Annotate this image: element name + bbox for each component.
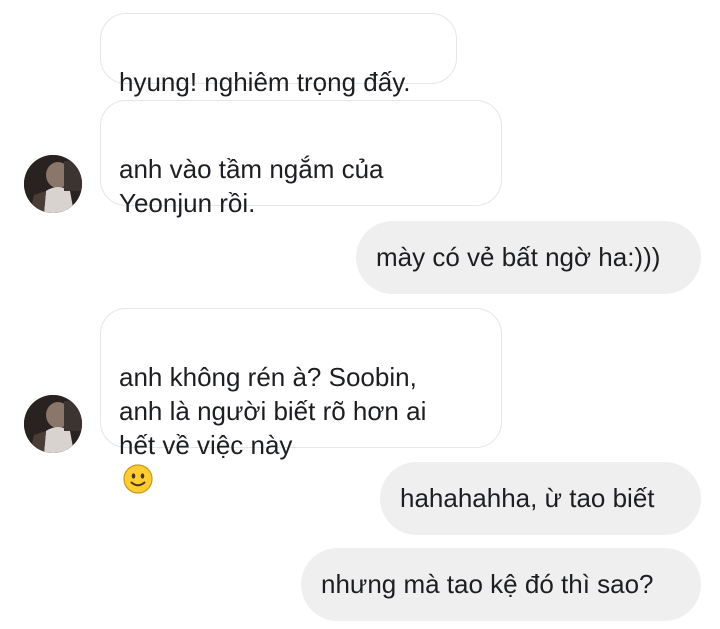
person-photo-icon xyxy=(24,155,82,213)
incoming-message[interactable]: hyung! nghiêm trọng đấy. xyxy=(100,13,457,97)
avatar[interactable] xyxy=(24,155,82,213)
message-text: hahahahha, ừ tao biết xyxy=(400,483,655,513)
message-text: anh vào tầm ngắm của Yeonjun rồi. xyxy=(119,154,384,218)
slightly-smiling-face-icon xyxy=(123,464,153,494)
message-text: nhưng mà tao kệ đó thì sao? xyxy=(321,569,654,599)
person-photo-icon xyxy=(24,395,82,453)
outgoing-message[interactable]: nhưng mà tao kệ đó thì sao? xyxy=(301,548,701,621)
incoming-message[interactable]: anh vào tầm ngắm của Yeonjun rồi. xyxy=(100,100,502,218)
outgoing-message[interactable]: hahahahha, ừ tao biết xyxy=(380,462,701,535)
incoming-message[interactable]: anh không rén à? Soobin, anh là người bi… xyxy=(100,308,502,494)
avatar[interactable] xyxy=(24,395,82,453)
outgoing-message[interactable]: mày có vẻ bất ngờ ha:))) xyxy=(356,221,701,294)
message-text: mày có vẻ bất ngờ ha:))) xyxy=(376,242,661,272)
message-text: hyung! nghiêm trọng đấy. xyxy=(119,67,411,97)
message-text: anh không rén à? Soobin, anh là người bi… xyxy=(119,362,427,460)
